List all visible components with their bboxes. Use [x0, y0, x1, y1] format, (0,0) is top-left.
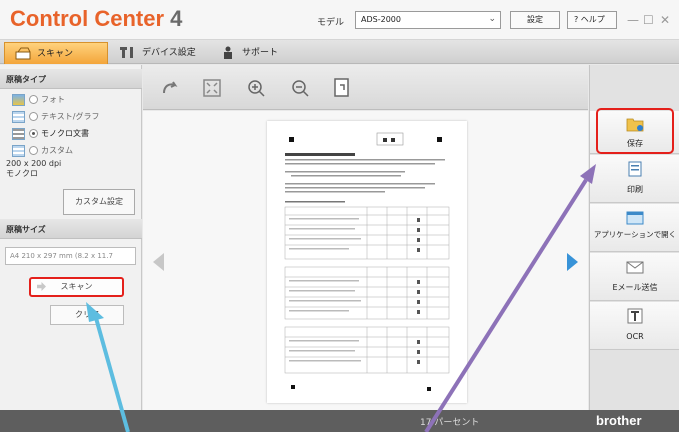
- annotation-arrows: [86, 164, 596, 432]
- arrow-to-scan-button: [86, 302, 130, 432]
- arrow-to-save-button: [424, 164, 596, 432]
- control-center-window: Control Center 4 モデル ADS-2000 ⌄ 設定 ? ヘルプ…: [0, 0, 679, 432]
